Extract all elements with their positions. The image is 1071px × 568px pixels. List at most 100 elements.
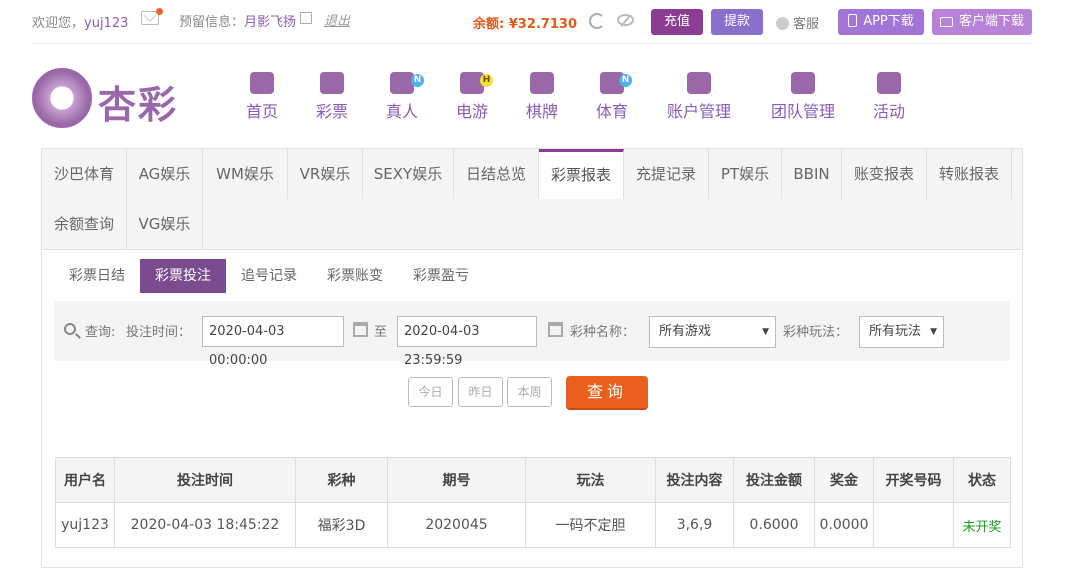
subtab-account-change[interactable]: 彩票账变 <box>312 259 398 293</box>
tab-vg[interactable]: VG娱乐 <box>127 199 203 249</box>
play-select[interactable]: 所有玩法 ▼ <box>859 316 944 348</box>
welcome-text: 欢迎您，yuj123 <box>32 16 129 31</box>
nav-home[interactable]: 首页 <box>246 72 278 122</box>
query-label: 查询: <box>85 325 116 340</box>
new-badge: N <box>411 74 424 87</box>
cell-bet-time: 2020-04-03 18:45:22 <box>114 502 296 548</box>
service-link[interactable]: 客服 <box>776 13 819 32</box>
tab-vr[interactable]: VR娱乐 <box>288 149 363 199</box>
game-label: 彩种名称： <box>570 325 636 340</box>
dropdown-arrow-icon: ▼ <box>762 327 769 337</box>
withdraw-button[interactable]: 提款 <box>711 9 763 35</box>
table-header-row: 用户名 投注时间 彩种 期号 玩法 投注内容 投注金额 奖金 开奖号码 状态 <box>55 457 1011 503</box>
app-download-button[interactable]: APP下载 <box>838 9 924 35</box>
client-download-button[interactable]: 客户端下载 <box>932 9 1032 35</box>
play-label: 彩种玩法： <box>783 325 849 340</box>
tab-ag[interactable]: AG娱乐 <box>127 149 203 199</box>
report-panel: 沙巴体育 AG娱乐 WM娱乐 VR娱乐 SEXY娱乐 日结总览 彩票报表 充提记… <box>41 148 1023 568</box>
col-prize: 奖金 <box>814 457 874 503</box>
end-time-input[interactable]: 2020-04-03 23:59:59 <box>397 316 537 368</box>
logo-icon <box>32 68 92 128</box>
eye-off-icon[interactable] <box>617 14 634 26</box>
subtab-bets[interactable]: 彩票投注 <box>140 259 226 293</box>
today-button[interactable]: 今日 <box>408 377 453 407</box>
logout-link[interactable]: 退出 <box>324 10 350 29</box>
nav-egames[interactable]: 电游 H <box>455 72 493 122</box>
report-tabs: 沙巴体育 AG娱乐 WM娱乐 VR娱乐 SEXY娱乐 日结总览 彩票报表 充提记… <box>42 149 1022 250</box>
tab-balance-query[interactable]: 余额查询 <box>42 199 127 249</box>
nav-activity[interactable]: 活动 <box>872 72 906 122</box>
game-select[interactable]: 所有游戏 ▼ <box>649 316 776 348</box>
col-amount: 投注金额 <box>733 457 815 503</box>
balance: 余额: ¥32.7130 <box>473 17 577 32</box>
status-badge: 未开奖 <box>953 502 1011 548</box>
recharge-button[interactable]: 充值 <box>651 9 703 35</box>
col-content: 投注内容 <box>655 457 734 503</box>
tab-bbin[interactable]: BBIN <box>782 149 842 199</box>
team-icon <box>791 72 815 94</box>
table-row[interactable]: yuj123 2020-04-03 18:45:22 福彩3D 2020045 … <box>55 502 1011 548</box>
top-bar: 欢迎您，yuj123 预留信息：月影飞扬 退出 余额: ¥32.7130 充值 … <box>0 0 1071 44</box>
nav-lottery[interactable]: 彩票 <box>315 72 349 122</box>
tab-pt[interactable]: PT娱乐 <box>709 149 782 199</box>
cell-content: 3,6,9 <box>655 502 734 548</box>
col-draw-number: 开奖号码 <box>873 457 954 503</box>
subtab-chase[interactable]: 追号记录 <box>226 259 312 293</box>
cell-draw-number <box>873 502 954 548</box>
logo[interactable]: 杏彩 <box>32 68 187 128</box>
tab-lottery-report[interactable]: 彩票报表 <box>539 149 624 199</box>
this-week-button[interactable]: 本周 <box>507 377 552 407</box>
nav-account[interactable]: 账户管理 <box>665 72 733 122</box>
nav-chess[interactable]: 棋牌 <box>525 72 559 122</box>
nav-live[interactable]: 真人 N <box>385 72 424 122</box>
dropdown-arrow-icon: ▼ <box>930 327 937 337</box>
gift-icon <box>877 72 901 94</box>
logo-text: 杏彩 <box>98 82 179 127</box>
yesterday-button[interactable]: 昨日 <box>458 377 503 407</box>
bet-table: 用户名 投注时间 彩种 期号 玩法 投注内容 投注金额 奖金 开奖号码 状态 y… <box>55 457 1011 548</box>
headset-icon <box>776 17 789 30</box>
time-label: 投注时间： <box>126 325 192 340</box>
col-lottery: 彩种 <box>295 457 388 503</box>
cell-username: yuj123 <box>55 502 115 548</box>
lottery-icon <box>320 72 344 94</box>
search-icon <box>64 323 76 335</box>
tab-daily-overview[interactable]: 日结总览 <box>454 149 539 199</box>
divider <box>32 43 1032 44</box>
query-button[interactable]: 查询 <box>566 376 648 408</box>
home-icon <box>250 72 274 94</box>
live-dealer-icon <box>390 72 414 94</box>
nav-sports[interactable]: 体育 N <box>595 72 632 122</box>
start-time-input[interactable]: 2020-04-03 00:00:00 <box>202 316 344 368</box>
cell-issue: 2020045 <box>387 502 526 548</box>
refresh-icon[interactable] <box>589 13 605 29</box>
filter-bar: 查询: 投注时间： 2020-04-03 00:00:00 至 2020-04-… <box>54 301 1010 368</box>
subtab-profit-loss[interactable]: 彩票盈亏 <box>398 259 484 293</box>
reserve-info: 预留信息：月影飞扬 <box>179 15 297 30</box>
calendar-icon[interactable] <box>353 322 368 337</box>
col-username: 用户名 <box>55 457 115 503</box>
cell-amount: 0.6000 <box>733 502 815 548</box>
tab-saba[interactable]: 沙巴体育 <box>42 149 127 199</box>
subtab-daily[interactable]: 彩票日结 <box>54 259 140 293</box>
username: yuj123 <box>84 16 129 31</box>
new-badge: N <box>619 74 632 87</box>
tab-transfer[interactable]: 转账报表 <box>927 149 1012 199</box>
tab-deposit-withdraw[interactable]: 充提记录 <box>624 149 709 199</box>
col-play: 玩法 <box>525 457 656 503</box>
monitor-icon <box>939 17 953 27</box>
tab-sexy[interactable]: SEXY娱乐 <box>363 149 454 199</box>
cell-lottery: 福彩3D <box>295 502 388 548</box>
hot-badge: H <box>480 74 493 87</box>
tab-wm[interactable]: WM娱乐 <box>203 149 288 199</box>
col-bet-time: 投注时间 <box>114 457 296 503</box>
account-icon <box>687 72 711 94</box>
edit-icon[interactable] <box>300 12 312 24</box>
unread-dot <box>156 8 163 15</box>
to-label: 至 <box>374 325 388 340</box>
cards-icon <box>530 72 554 94</box>
tab-balance-change[interactable]: 账变报表 <box>842 149 927 199</box>
calendar-icon[interactable] <box>548 322 563 337</box>
nav-team[interactable]: 团队管理 <box>769 72 837 122</box>
phone-icon <box>848 14 858 27</box>
